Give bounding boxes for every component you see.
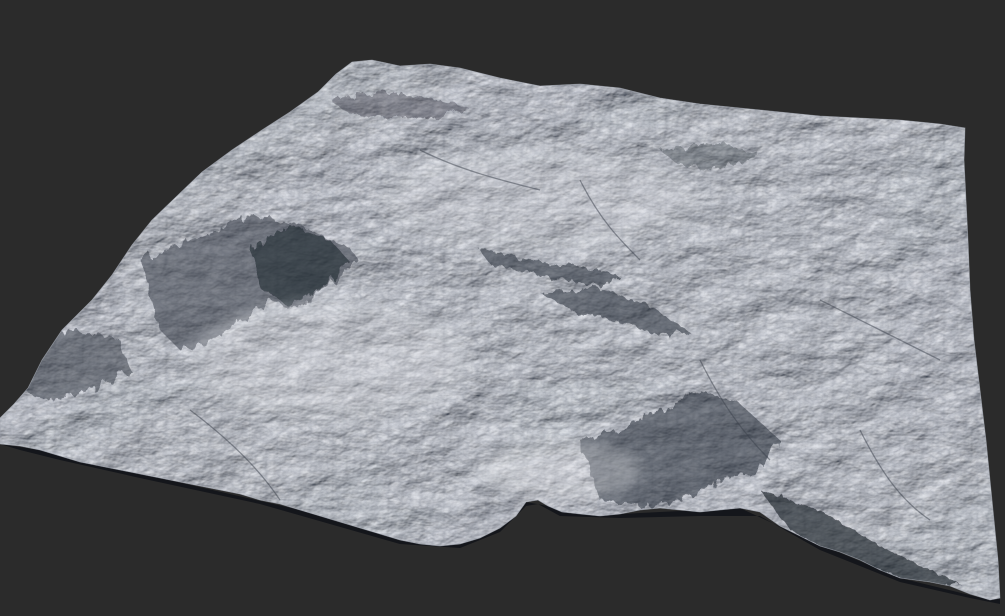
valley-highlight-west <box>190 300 470 420</box>
3d-viewport[interactable] <box>0 0 1005 616</box>
terrain-render <box>0 0 1005 616</box>
valley-highlight-center <box>380 150 700 250</box>
valley-highlight-south <box>480 440 640 500</box>
